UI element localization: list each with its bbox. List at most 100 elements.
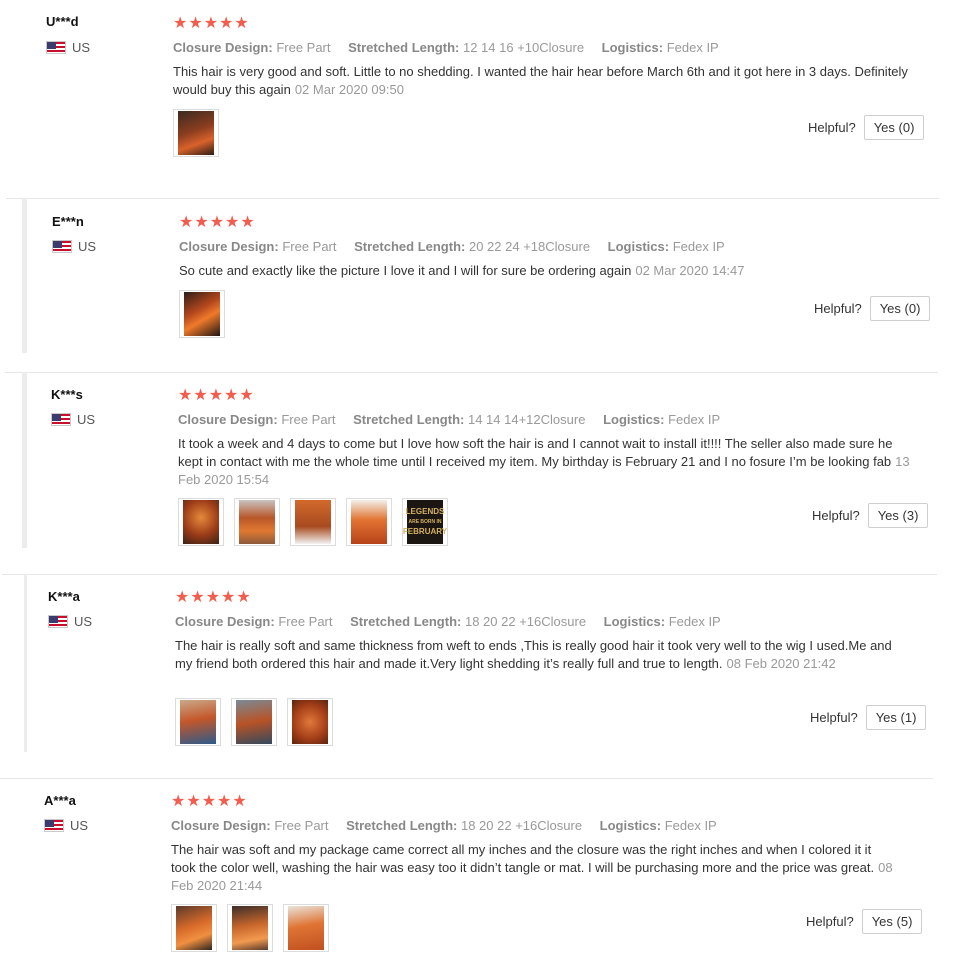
country-code: US [74, 614, 93, 629]
stretched-value: 14 14 14+12Closure [467, 412, 586, 427]
review-photo[interactable] [234, 498, 280, 546]
helpful-section: Helpful? Yes (0) [808, 115, 925, 140]
star-icon: ★ [178, 387, 194, 404]
review-item: K***a US ★★★★★ Closure Design: Free Part… [2, 574, 937, 752]
divider [6, 198, 939, 199]
rating-stars: ★★★★★ [173, 16, 250, 32]
star-icon: ★ [225, 214, 241, 231]
logistics-label: Logistics: [603, 412, 665, 427]
helpful-yes-button[interactable]: Yes (3) [867, 503, 929, 528]
divider [2, 574, 937, 575]
reviewer-country: US [51, 412, 95, 427]
logistics-value: Fedex IP [672, 239, 725, 254]
review-text: The hair was soft and my package came co… [171, 841, 896, 895]
helpful-label: Helpful? [810, 710, 858, 725]
review-photo[interactable] [227, 904, 273, 952]
us-flag-icon [51, 413, 71, 426]
star-icon: ★ [239, 387, 255, 404]
star-icon: ★ [193, 387, 209, 404]
review-text: So cute and exactly like the picture I l… [179, 262, 919, 280]
helpful-label: Helpful? [812, 508, 860, 523]
helpful-section: Helpful? Yes (0) [814, 296, 931, 321]
review-text: This hair is very good and soft. Little … [173, 63, 913, 99]
star-icon: ★ [232, 793, 248, 810]
star-icon: ★ [205, 589, 222, 606]
review-photo[interactable] [287, 698, 333, 746]
review-text: It took a week and 4 days to come but I … [178, 435, 913, 489]
review-photos: LEGENDS ARE BORN IN FEBRUARY [178, 498, 448, 546]
reviewer-country: US [52, 239, 96, 254]
divider [5, 372, 938, 373]
photo-caption-line: FEBRUARY [402, 527, 448, 536]
closure-value: Free Part [281, 412, 336, 427]
stretched-value: 18 20 22 +16Closure [464, 614, 587, 629]
star-icon: ★ [203, 15, 220, 32]
reviewer-country: US [46, 40, 90, 55]
review-photos [179, 290, 225, 338]
review-body: The hair was soft and my package came co… [171, 842, 875, 875]
review-photo[interactable] [231, 698, 277, 746]
reviewer-name: K***s [51, 387, 83, 402]
rating-stars: ★★★★★ [178, 388, 255, 404]
closure-label: Closure Design: [173, 40, 273, 55]
helpful-label: Helpful? [808, 120, 856, 135]
review-photos [175, 698, 333, 746]
logistics-label: Logistics: [607, 239, 670, 254]
helpful-yes-button[interactable]: Yes (1) [865, 705, 927, 730]
review-photo[interactable] [346, 498, 392, 546]
helpful-section: Helpful? Yes (1) [810, 705, 927, 730]
star-icon: ★ [173, 15, 189, 32]
closure-label: Closure Design: [175, 614, 275, 629]
helpful-yes-button[interactable]: Yes (0) [863, 115, 925, 140]
star-icon: ★ [240, 214, 256, 231]
logistics-value: Fedex IP [668, 614, 721, 629]
rating-stars: ★★★★★ [179, 215, 256, 231]
star-icon: ★ [209, 214, 226, 231]
reviewer-name: K***a [48, 589, 80, 604]
helpful-label: Helpful? [806, 914, 854, 929]
review-photo[interactable] [175, 698, 221, 746]
review-photo[interactable] [173, 109, 219, 157]
star-icon: ★ [219, 15, 235, 32]
closure-label: Closure Design: [171, 818, 271, 833]
review-text: The hair is really soft and same thickne… [175, 637, 910, 673]
star-icon: ★ [208, 387, 225, 404]
reviewer-name: E***n [52, 214, 84, 229]
stretched-label: Stretched Length: [353, 412, 465, 427]
review-photo[interactable] [171, 904, 217, 952]
review-photo[interactable] [179, 290, 225, 338]
review-photo[interactable] [290, 498, 336, 546]
us-flag-icon [52, 240, 72, 253]
star-icon: ★ [217, 793, 233, 810]
review-photo[interactable] [283, 904, 329, 952]
helpful-yes-button[interactable]: Yes (5) [861, 909, 923, 934]
legends-photo: LEGENDS ARE BORN IN FEBRUARY [403, 500, 447, 544]
logistics-value: Fedex IP [664, 818, 717, 833]
star-icon: ★ [221, 589, 237, 606]
star-icon: ★ [186, 793, 202, 810]
country-code: US [78, 239, 97, 254]
review-body: So cute and exactly like the picture I l… [179, 263, 632, 278]
country-code: US [72, 40, 91, 55]
review-body: This hair is very good and soft. Little … [173, 64, 908, 97]
stretched-value: 18 20 22 +16Closure [460, 818, 583, 833]
rating-stars: ★★★★★ [175, 590, 252, 606]
country-code: US [70, 818, 89, 833]
left-accent-bar [22, 372, 27, 548]
closure-value: Free Part [282, 239, 337, 254]
sku-info: Closure Design: Free Part Stretched Leng… [173, 40, 733, 55]
closure-label: Closure Design: [178, 412, 278, 427]
closure-label: Closure Design: [179, 239, 279, 254]
divider [0, 778, 933, 779]
review-date: 02 Mar 2020 14:47 [635, 263, 745, 278]
helpful-yes-button[interactable]: Yes (0) [869, 296, 931, 321]
review-photo[interactable]: LEGENDS ARE BORN IN FEBRUARY [402, 498, 448, 546]
stretched-value: 20 22 24 +18Closure [468, 239, 591, 254]
closure-value: Free Part [276, 40, 331, 55]
logistics-value: Fedex IP [666, 40, 719, 55]
sku-info: Closure Design: Free Part Stretched Leng… [171, 818, 731, 833]
rating-stars: ★★★★★ [171, 794, 248, 810]
review-photo[interactable] [178, 498, 224, 546]
helpful-section: Helpful? Yes (3) [812, 503, 929, 528]
left-accent-bar [22, 198, 27, 353]
